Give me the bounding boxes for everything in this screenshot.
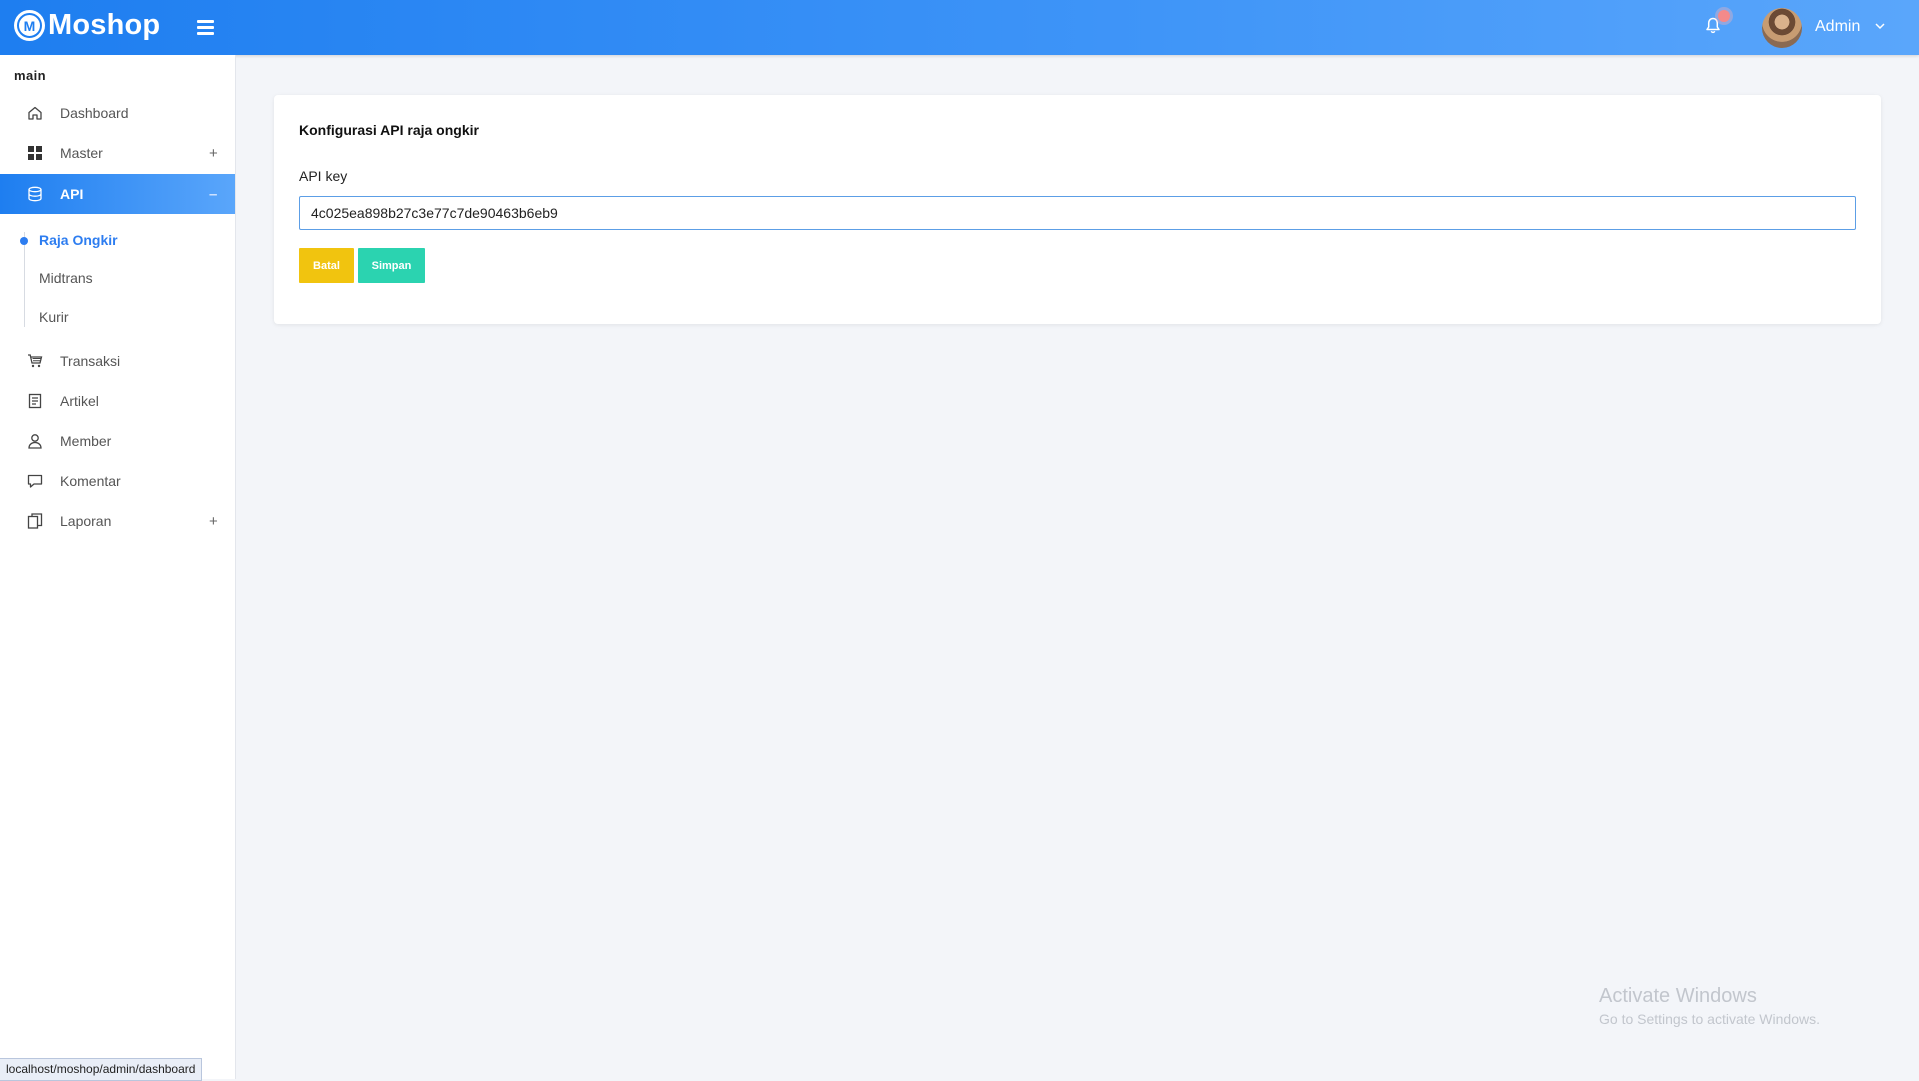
api-config-card: Konfigurasi API raja ongkir API key Bata… — [274, 95, 1881, 324]
home-icon — [27, 105, 43, 121]
sidebar-item-label: Transaksi — [60, 353, 121, 369]
cart-icon — [27, 353, 43, 369]
chevron-down-icon[interactable] — [1874, 19, 1886, 37]
activation-watermark-subtitle: Go to Settings to activate Windows. — [1599, 1011, 1820, 1027]
comment-icon — [27, 473, 43, 489]
api-key-input[interactable] — [299, 196, 1856, 230]
menu-toggle-icon[interactable] — [197, 20, 214, 38]
sidebar-item-label: Master — [60, 145, 103, 161]
user-icon — [27, 433, 43, 449]
sidebar-item-label: Laporan — [60, 513, 112, 529]
sidebar-item-label: Komentar — [60, 473, 121, 489]
sidebar-item-komentar[interactable]: Komentar — [0, 461, 235, 501]
submenu-item-kurir[interactable]: Kurir — [39, 309, 69, 325]
brand[interactable]: M Moshop — [14, 9, 160, 42]
database-icon — [27, 186, 43, 202]
sidebar-item-dashboard[interactable]: Dashboard — [0, 93, 235, 133]
avatar[interactable] — [1762, 8, 1802, 48]
api-key-label: API key — [299, 168, 348, 184]
collapse-icon[interactable]: – — [209, 186, 217, 203]
card-title: Konfigurasi API raja ongkir — [299, 122, 479, 138]
activation-watermark-title: Activate Windows — [1599, 985, 1757, 1007]
sidebar-item-label: Dashboard — [60, 105, 129, 121]
sidebar-item-transaksi[interactable]: Transaksi — [0, 341, 235, 381]
top-navbar: M Moshop Admin — [0, 0, 1919, 55]
username[interactable]: Admin — [1815, 18, 1860, 36]
sidebar-item-label: Artikel — [60, 393, 99, 409]
expand-icon[interactable]: + — [209, 513, 218, 530]
browser-status-url: localhost/moshop/admin/dashboard — [0, 1058, 203, 1081]
sidebar-item-laporan[interactable]: Laporan + — [0, 501, 235, 541]
submenu-item-raja-ongkir[interactable]: Raja Ongkir — [39, 232, 118, 248]
submenu-item-midtrans[interactable]: Midtrans — [39, 270, 93, 286]
sidebar: main Dashboard Master + API – Raja Ongki… — [0, 55, 236, 1079]
cancel-button[interactable]: Batal — [299, 248, 354, 283]
sidebar-item-api[interactable]: API – — [0, 174, 235, 214]
sidebar-item-master[interactable]: Master + — [0, 133, 235, 173]
sidebar-item-label: Member — [60, 433, 112, 449]
notification-bell-icon[interactable] — [1706, 17, 1720, 39]
submenu-line — [24, 232, 25, 327]
sidebar-item-label: API — [60, 186, 84, 202]
article-icon — [27, 393, 43, 409]
sidebar-item-artikel[interactable]: Artikel — [0, 381, 235, 421]
active-dot-icon — [20, 237, 28, 245]
sidebar-section-title: main — [14, 68, 46, 83]
expand-icon[interactable]: + — [209, 145, 218, 162]
brand-logo-letter: M — [17, 13, 42, 38]
grid-icon — [27, 145, 43, 161]
notification-dot — [1718, 10, 1730, 22]
sidebar-item-member[interactable]: Member — [0, 421, 235, 461]
brand-name: Moshop — [48, 9, 161, 41]
save-button[interactable]: Simpan — [358, 248, 425, 283]
report-icon — [27, 513, 43, 529]
brand-logo-icon: M — [14, 10, 45, 41]
